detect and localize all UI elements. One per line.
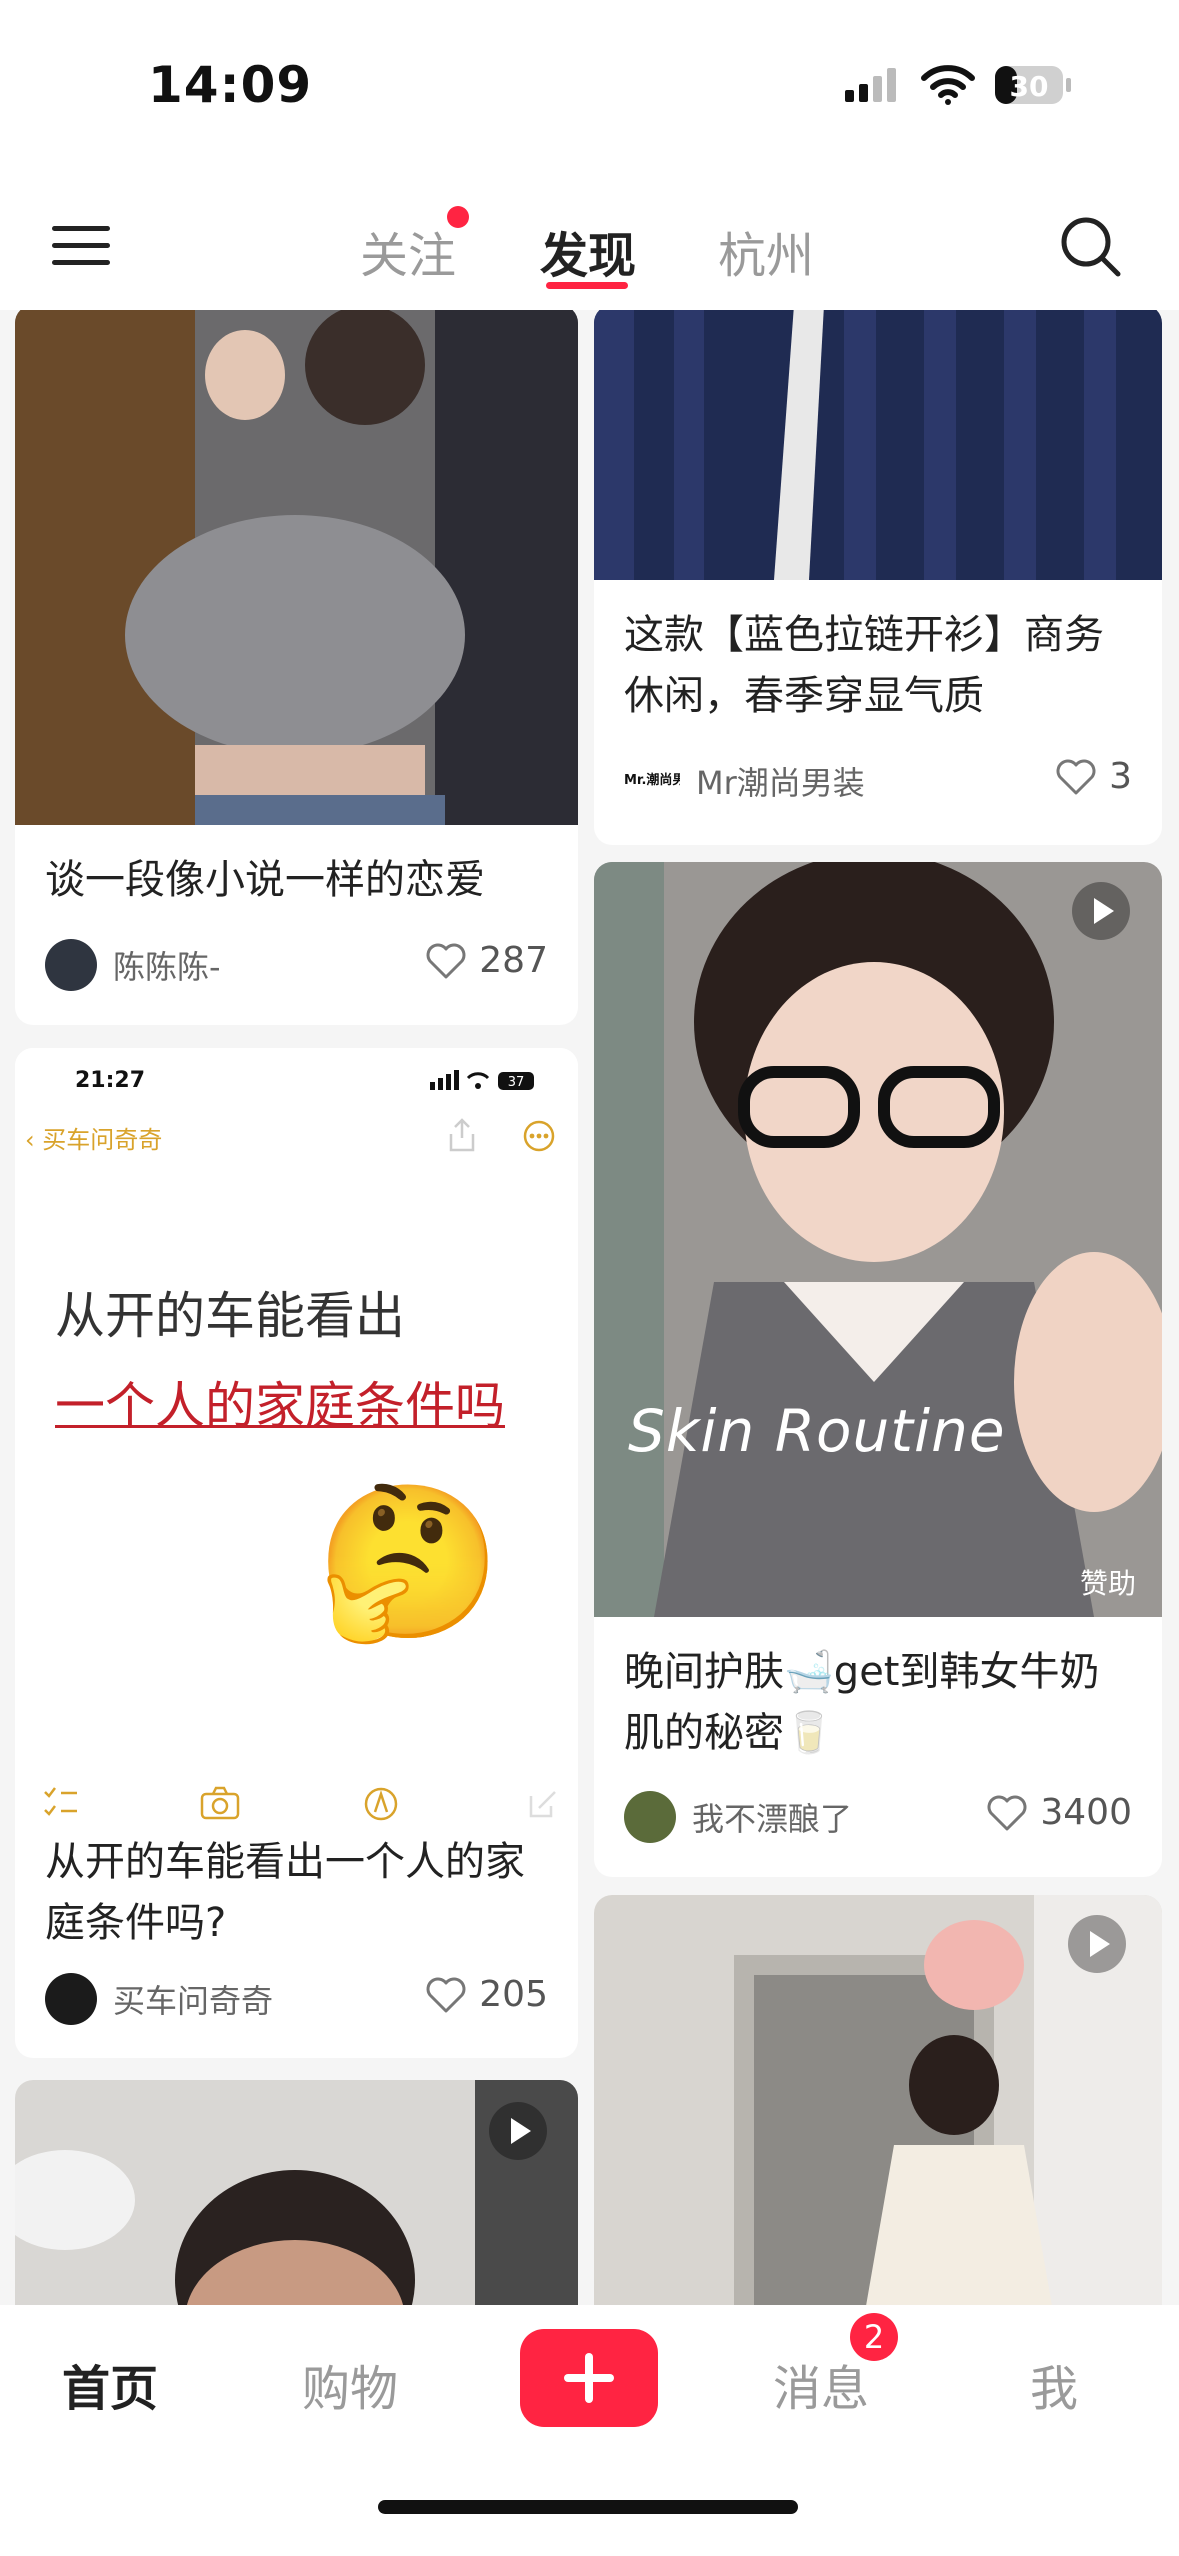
heart-icon xyxy=(987,1795,1027,1830)
heart-icon xyxy=(426,943,466,978)
card-image xyxy=(594,310,1162,580)
top-navigation: 关注 发现 杭州 xyxy=(0,190,1179,310)
like-button[interactable]: 287 xyxy=(425,940,548,981)
like-count: 205 xyxy=(479,1974,548,2015)
feed-card[interactable] xyxy=(15,2080,578,2305)
avatar xyxy=(45,939,97,991)
battery-level: 30 xyxy=(1010,70,1049,103)
thinking-face-emoji: 🤔 xyxy=(315,1476,502,1650)
author-name: 陈陈陈- xyxy=(113,948,221,986)
status-time: 14:09 xyxy=(148,56,313,114)
home-indicator xyxy=(378,2500,798,2514)
card-author[interactable]: 陈陈陈- xyxy=(45,937,221,993)
nav-messages[interactable]: 消息 xyxy=(773,2349,869,2419)
nav-home[interactable]: 首页 xyxy=(62,2349,158,2419)
avatar xyxy=(624,1791,676,1843)
brand-logo: Mr.潮尚男装 xyxy=(624,773,680,788)
like-button[interactable]: 205 xyxy=(425,1974,548,2015)
status-bar: 14:09 30 xyxy=(0,0,1179,170)
video-play-icon xyxy=(489,2102,547,2160)
nav-me[interactable]: 我 xyxy=(1030,2349,1078,2419)
video-play-icon xyxy=(1068,1915,1126,1973)
feed-card[interactable] xyxy=(594,1895,1162,2305)
active-tab-indicator xyxy=(546,282,628,289)
like-count: 3400 xyxy=(1040,1792,1132,1833)
card-image xyxy=(594,862,1162,1617)
hamburger-menu-icon[interactable] xyxy=(52,222,110,270)
compose-icon xyxy=(529,1791,556,1818)
share-icon xyxy=(449,1118,475,1152)
author-name: Mr潮尚男装 xyxy=(696,764,865,802)
embedded-headline-1: 从开的车能看出 xyxy=(55,1287,405,1345)
like-button[interactable]: 3400 xyxy=(986,1792,1132,1833)
video-overlay-text: Skin Routine xyxy=(628,1397,1006,1465)
avatar xyxy=(45,1973,97,2025)
embedded-back-label: 买车问奇奇 xyxy=(42,1126,163,1154)
embedded-battery-level: 37 xyxy=(508,1075,525,1090)
heart-icon xyxy=(1056,759,1096,794)
author-name: 买车问奇奇 xyxy=(113,1982,274,2020)
card-author[interactable]: 我不漂酿了 xyxy=(624,1789,852,1845)
embedded-back-link: ‹ 买车问奇奇 xyxy=(25,1120,162,1155)
discover-feed[interactable]: 谈一段像小说一样的恋爱 陈陈陈- 287 21:27 37 ‹ 买车问奇奇 从开… xyxy=(0,310,1179,2305)
embedded-status-icons: 37 xyxy=(430,1070,540,1092)
like-count: 287 xyxy=(479,940,548,981)
checklist-icon xyxy=(44,1787,77,1816)
follow-notification-dot xyxy=(447,206,469,228)
wifi-icon xyxy=(921,65,975,105)
tab-discover[interactable]: 发现 xyxy=(540,216,636,286)
card-title: 晚间护肤🛁get到韩女牛奶肌的秘密🥛 xyxy=(624,1649,1100,1756)
card-title: 从开的车能看出一个人的家庭条件吗? xyxy=(45,1839,525,1946)
card-author[interactable]: 买车问奇奇 xyxy=(45,1971,273,2027)
sponsored-label: 赞助 xyxy=(1079,1567,1136,1600)
publish-plus-button[interactable] xyxy=(520,2329,658,2427)
nav-shopping[interactable]: 购物 xyxy=(302,2349,398,2419)
feed-card[interactable]: Skin Routine 赞助 晚间护肤🛁get到韩女牛奶肌的秘密🥛 我不漂酿了… xyxy=(594,862,1162,1877)
chevron-left-icon: ‹ xyxy=(25,1126,43,1154)
feed-card[interactable]: 谈一段像小说一样的恋爱 陈陈陈- 287 xyxy=(15,310,578,1025)
message-count-badge: 2 xyxy=(850,2313,898,2361)
battery-icon: 30 xyxy=(995,66,1071,104)
author-name: 我不漂酿了 xyxy=(692,1800,853,1838)
card-image xyxy=(15,310,578,825)
search-icon[interactable] xyxy=(1058,214,1124,280)
tab-city[interactable]: 杭州 xyxy=(718,216,814,286)
embedded-toolbar xyxy=(15,1786,578,1826)
video-play-icon xyxy=(1072,882,1130,940)
cellular-signal-icon xyxy=(845,68,896,102)
like-count: 3 xyxy=(1109,756,1132,797)
card-image: 21:27 37 ‹ 买车问奇奇 从开的车能看出 一个人的家庭条件吗 🤔 xyxy=(15,1048,578,1838)
camera-icon xyxy=(200,1786,240,1820)
like-button[interactable]: 3 xyxy=(1055,756,1132,797)
more-icon xyxy=(523,1120,555,1152)
feed-card[interactable]: 21:27 37 ‹ 买车问奇奇 从开的车能看出 一个人的家庭条件吗 🤔 从开的… xyxy=(15,1048,578,2058)
card-title: 这款【蓝色拉链开衫】商务休闲，春季穿显气质 xyxy=(624,612,1104,719)
card-title: 谈一段像小说一样的恋爱 xyxy=(45,857,485,903)
heart-icon xyxy=(426,1977,466,2012)
markup-icon xyxy=(364,1787,398,1821)
bottom-navigation: 首页 购物 消息 2 我 xyxy=(0,2305,1179,2556)
card-author[interactable]: Mr.潮尚男装 Mr潮尚男装 xyxy=(624,753,865,809)
embedded-status-time: 21:27 xyxy=(75,1068,146,1093)
tab-follow[interactable]: 关注 xyxy=(360,216,456,286)
embedded-headline-2: 一个人的家庭条件吗 xyxy=(55,1377,505,1435)
feed-card[interactable]: 这款【蓝色拉链开衫】商务休闲，春季穿显气质 Mr.潮尚男装 Mr潮尚男装 3 xyxy=(594,310,1162,845)
